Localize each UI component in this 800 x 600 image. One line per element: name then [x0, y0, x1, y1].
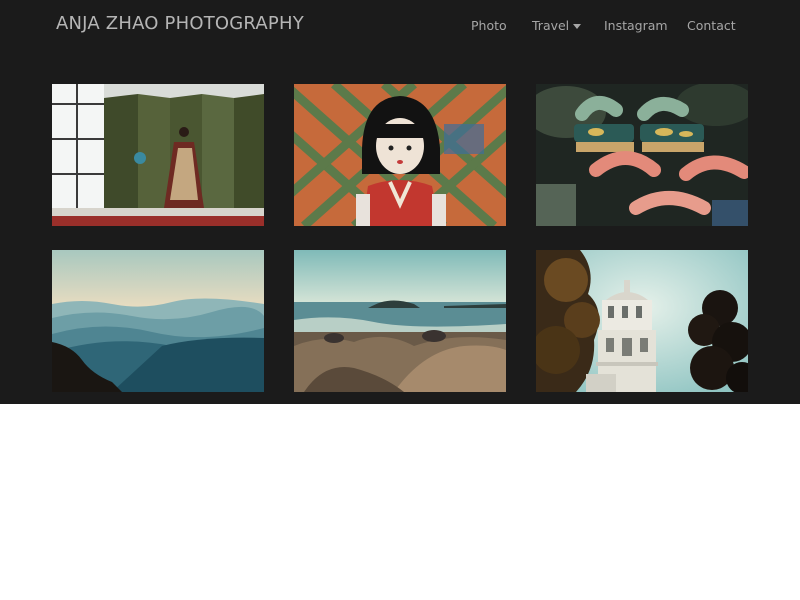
main-nav: Photo Travel Instagram Contact	[0, 18, 800, 36]
photo-sandals-image	[536, 84, 748, 226]
gallery-photo-mountains[interactable]	[52, 250, 264, 392]
nav-item-travel-label: Travel	[532, 18, 570, 33]
gallery-photo-seashore[interactable]	[294, 250, 506, 392]
nav-item-contact[interactable]: Contact	[687, 18, 736, 33]
gallery-photo-doll[interactable]	[294, 84, 506, 226]
gallery-photo-dancer[interactable]	[52, 84, 264, 226]
nav-item-instagram[interactable]: Instagram	[604, 18, 668, 33]
photo-doll-image	[294, 84, 506, 226]
nav-item-photo[interactable]: Photo	[471, 18, 507, 33]
photo-church-image	[536, 250, 748, 392]
nav-item-travel[interactable]: Travel	[532, 18, 582, 33]
page-footer-area	[0, 404, 800, 600]
gallery-photo-sandals[interactable]	[536, 84, 748, 226]
photo-dancer-image	[52, 84, 264, 226]
photo-mountains-image	[52, 250, 264, 392]
caret-down-icon	[573, 24, 582, 29]
photo-seashore-image	[294, 250, 506, 392]
header-gallery-section: ANJA ZHAO PHOTOGRAPHY Photo Travel Insta…	[0, 0, 800, 404]
gallery-photo-church[interactable]	[536, 250, 748, 392]
